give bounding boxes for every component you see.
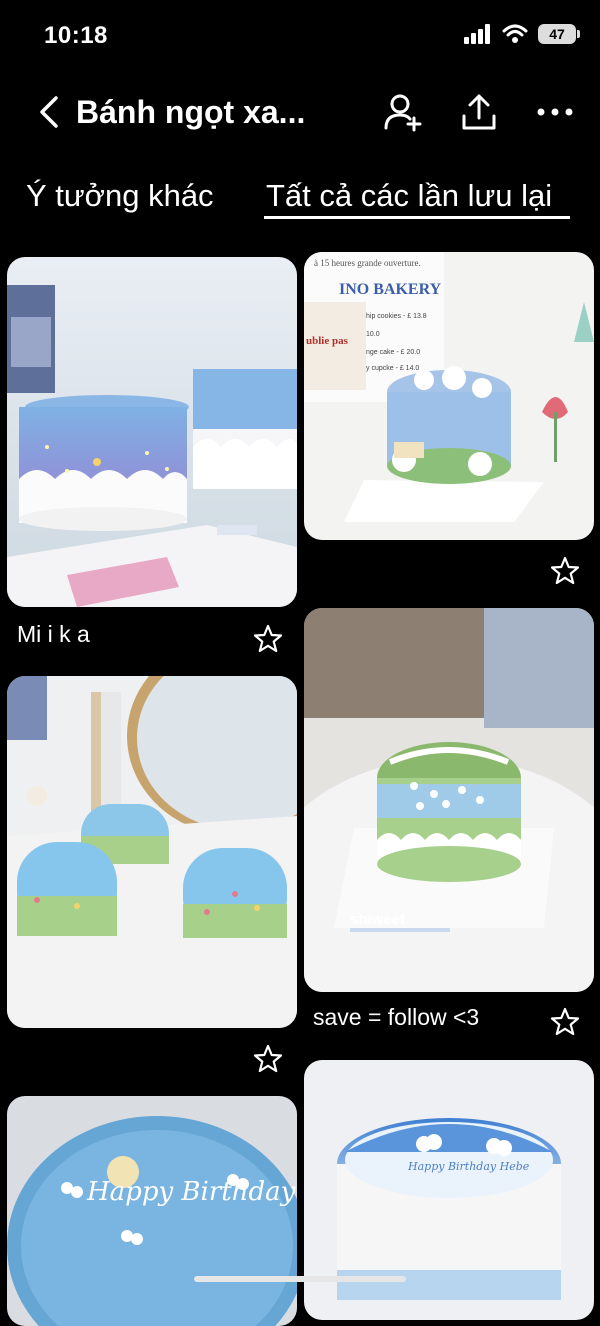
board-header: Bánh ngọt xa...	[0, 78, 600, 148]
pin-image-field-cake[interactable]: shiweet	[304, 608, 594, 992]
star-icon[interactable]	[253, 624, 283, 654]
pin-image-birthday-cake[interactable]: Happy Birthday	[7, 1096, 297, 1326]
status-bar: 10:18 47	[0, 0, 600, 72]
cake-writing: Happy Birthday	[86, 1177, 296, 1207]
menu-line: hip cookies - £ 13.8	[366, 313, 427, 320]
board-title: Bánh ngọt xa...	[76, 94, 306, 130]
pin-card[interactable]: Happy Birthday Hebe	[304, 1060, 594, 1320]
star-icon[interactable]	[253, 1044, 283, 1074]
cake-writing: Happy Birthday Hebe	[407, 1160, 530, 1173]
pin-image-tulip-cakes[interactable]	[7, 676, 297, 1028]
pin-image-sheep-cake[interactable]: à 15 heures grande ouverture. INO BAKERY…	[304, 252, 594, 540]
pin-title: save = follow <3	[313, 1004, 480, 1030]
pin-card[interactable]	[7, 676, 297, 1028]
pin-card[interactable]: shiweet	[304, 608, 594, 992]
tab-more-ideas[interactable]: Ý tưởng khác	[26, 178, 214, 214]
battery-indicator: 47	[538, 24, 580, 44]
wifi-icon	[502, 24, 528, 43]
home-indicator[interactable]	[194, 1276, 406, 1282]
menu-line: 10.0	[366, 331, 380, 338]
menu-line: y cupcke - £ 14.0	[366, 365, 419, 372]
pin-card[interactable]: à 15 heures grande ouverture. INO BAKERY…	[304, 252, 594, 540]
menu-line: nge cake - £ 20.0	[366, 349, 420, 356]
more-options-icon[interactable]	[533, 90, 577, 134]
pin-card[interactable]: Happy Birthday	[7, 1096, 297, 1326]
bakery-name-text: INO BAKERY	[339, 281, 442, 298]
menu-card-text: ublie pas	[306, 335, 349, 347]
pin-title: Mi i k a	[17, 621, 90, 647]
share-icon[interactable]	[457, 90, 501, 134]
board-tabs: Ý tưởng khác Tất cả các lần lưu lại	[0, 172, 600, 232]
status-time: 10:18	[44, 22, 108, 49]
add-collaborator-icon[interactable]	[381, 90, 425, 134]
pin-image-sky-cake[interactable]	[7, 257, 297, 607]
status-icons: 47	[464, 24, 580, 44]
brand-label: shiweet	[350, 911, 405, 928]
bakery-sign-text: à 15 heures grande ouverture.	[314, 258, 421, 268]
back-arrow-icon[interactable]	[30, 92, 70, 132]
signal-icon	[464, 24, 490, 44]
pin-card[interactable]	[7, 257, 297, 607]
active-tab-underline	[264, 216, 570, 219]
tab-all-saves[interactable]: Tất cả các lần lưu lại	[266, 178, 552, 214]
star-icon[interactable]	[550, 556, 580, 586]
star-icon[interactable]	[550, 1007, 580, 1037]
